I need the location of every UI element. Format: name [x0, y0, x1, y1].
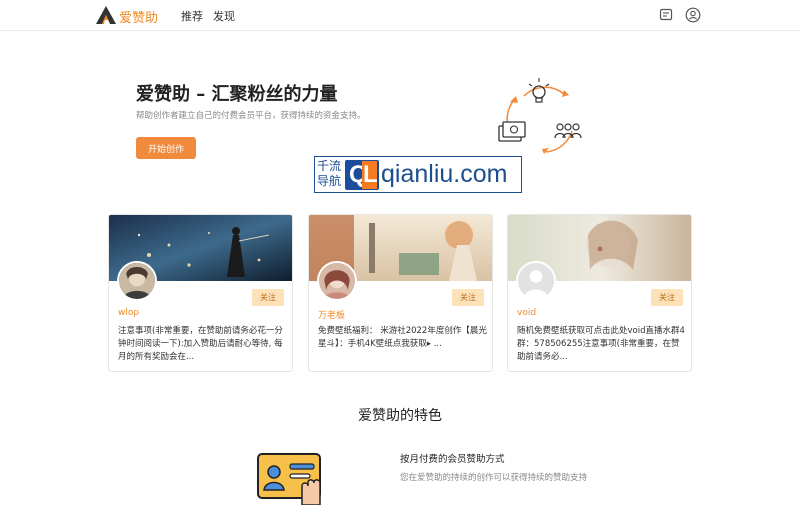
creator-description: 随机免费壁纸获取可点击此处void直播水群4群：578506255注意事项(非常… — [517, 326, 685, 362]
watermark-cn-text: 千流 导航 — [317, 159, 342, 188]
features-section-title: 爱赞助的特色 — [358, 408, 442, 424]
user-avatar-icon[interactable] — [685, 7, 701, 23]
brand-name[interactable]: 爱赞助 — [119, 7, 158, 26]
nav-discover[interactable]: 发现 — [213, 8, 235, 24]
top-navigation-bar: 爱赞助 推荐 发现 — [0, 0, 800, 31]
creator-avatar-placeholder[interactable] — [516, 261, 556, 301]
creator-description: 免费壁纸福利： 米游社2022年度创作【晨光星斗】：手机4K壁纸点我获取▸ ..… — [318, 326, 487, 349]
creator-card-wanlaoban[interactable]: 关注 万老板 免费壁纸福利： 米游社2022年度创作【晨光星斗】：手机4K壁纸点… — [308, 214, 493, 372]
watermark-ql-logo: Q L — [345, 160, 379, 190]
creator-description: 注意事项(非常重要，在赞助前请务必花一分钟时间阅读一下):加入赞助后请耐心等待,… — [118, 326, 283, 362]
hero-subtitle: 帮助创作者建立自己的付费会员平台，获得持续的资金支持。 — [136, 111, 366, 121]
hero-cycle-illustration — [498, 78, 582, 154]
brand-logo-icon[interactable] — [96, 6, 116, 24]
membership-card-illustration — [257, 453, 321, 505]
creator-card-wlop[interactable]: 关注 wlop 注意事项(非常重要，在赞助前请务必花一分钟时间阅读一下):加入赞… — [108, 214, 293, 372]
qianliu-watermark: 千流 导航 Q L qianliu.com — [314, 156, 522, 193]
feature-description: 您在爱赞助的持续的创作可以获得持续的赞助支持 — [400, 473, 588, 483]
start-creating-button[interactable]: 开始创作 — [136, 137, 196, 159]
nav-recommend[interactable]: 推荐 — [181, 8, 203, 24]
creator-name[interactable]: void — [517, 308, 536, 318]
creator-avatar[interactable] — [317, 261, 357, 301]
creator-avatar[interactable] — [117, 261, 157, 301]
creator-card-void[interactable]: 关注 void 随机免费壁纸获取可点击此处void直播水群4群：57850625… — [507, 214, 692, 372]
creator-name[interactable]: wlop — [118, 308, 139, 318]
creator-name[interactable]: 万老板 — [318, 308, 345, 321]
follow-button[interactable]: 关注 — [252, 289, 284, 306]
follow-button[interactable]: 关注 — [452, 289, 484, 306]
watermark-domain: qianliu.com — [381, 160, 508, 188]
follow-button[interactable]: 关注 — [651, 289, 683, 306]
feature-heading: 按月付费的会员赞助方式 — [400, 454, 505, 465]
hero-title: 爱赞助 – 汇聚粉丝的力量 — [136, 84, 338, 105]
message-icon[interactable] — [658, 7, 674, 23]
